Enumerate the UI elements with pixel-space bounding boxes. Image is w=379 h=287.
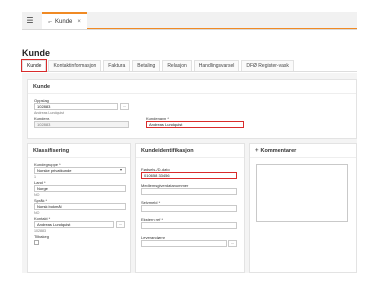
kundeidentifikasjon-panel: Kundeidentifikasjon Fødsels-/D-dato 0106…: [135, 143, 245, 273]
kommentarer-panel: + Kommentarer: [249, 143, 357, 273]
tab-handlingsvarsel[interactable]: Handlingsvarsel: [193, 60, 240, 71]
kontakt-lookup-button[interactable]: ...: [116, 221, 125, 228]
section-tabs: Kunde Kontaktinformasjon Faktura Betalin…: [20, 59, 357, 72]
kundenr-field: 102883: [34, 121, 129, 128]
oppslag-field[interactable]: 102883: [34, 103, 118, 110]
document-tab-label: Kunde: [55, 18, 73, 25]
tab-faktura[interactable]: Faktura: [103, 60, 131, 71]
tab-relasjon[interactable]: Relasjon: [162, 60, 192, 71]
oppslag-lookup-button[interactable]: ...: [120, 103, 129, 110]
kommentarer-title: + Kommentarer: [250, 144, 356, 158]
kundegruppe-sub: 1: [34, 175, 36, 179]
kundeidentifikasjon-title: Kundeidentifikasjon: [136, 144, 244, 158]
form-content: Kunde Oppslag 102883 ... Andreas Lundqui…: [22, 73, 357, 273]
land-field[interactable]: Norge: [34, 185, 126, 192]
close-tab-icon[interactable]: ×: [77, 19, 81, 25]
sprak-field[interactable]: Norsk bokmål: [34, 203, 126, 210]
medlem-field[interactable]: [141, 188, 237, 195]
tab-kontaktinformasjon[interactable]: Kontaktinformasjon: [48, 60, 102, 71]
tilbakeg-label: Tilbakeg: [34, 234, 49, 239]
ekstern-ref-field[interactable]: [141, 222, 237, 229]
oppslag-sub: Andreas Lundquist: [34, 111, 64, 115]
klassifisering-panel: Klassifisering Kundegruppe * Norske priv…: [27, 143, 131, 273]
leverandor-field[interactable]: [141, 240, 227, 247]
plus-icon[interactable]: +: [255, 148, 259, 154]
leverandor-lookup-button[interactable]: ...: [228, 240, 237, 247]
tab-betaling[interactable]: Betaling: [132, 60, 161, 71]
kontakt-sub: 102883: [34, 229, 46, 233]
kundegruppe-select[interactable]: Norske privatkunde: [34, 167, 126, 174]
page-title: Kunde: [22, 48, 50, 58]
document-tab-kunde[interactable]: ⟜ Kunde ×: [42, 12, 87, 29]
top-tab-strip: ☰ ⟜ Kunde ×: [22, 12, 357, 30]
pin-icon: ⟜: [48, 18, 53, 25]
tab-strip-fill: [86, 20, 357, 29]
tab-dfo-register-vask[interactable]: DFØ Register-vask: [241, 60, 294, 71]
kunde-panel-title: Kunde: [28, 80, 356, 94]
tilbakeg-checkbox[interactable]: [34, 240, 39, 245]
kontakt-field[interactable]: Andreas Lundquist: [34, 221, 114, 228]
kommentarer-textarea[interactable]: [256, 164, 348, 222]
fodsel-field[interactable]: 010658 33456: [141, 172, 237, 179]
chevron-down-icon: ▾: [120, 167, 123, 172]
selvmeld-field[interactable]: [141, 205, 237, 212]
land-sub: NO: [34, 193, 40, 197]
sprak-sub: NO: [34, 211, 40, 215]
klassifisering-title: Klassifisering: [28, 144, 130, 158]
kundenavn-field[interactable]: Andreas Lundquist: [146, 121, 244, 128]
menu-icon[interactable]: ☰: [22, 12, 38, 29]
kunde-panel: Kunde Oppslag 102883 ... Andreas Lundqui…: [27, 79, 357, 139]
tab-kunde[interactable]: Kunde: [20, 59, 48, 72]
kommentarer-title-label: Kommentarer: [260, 148, 297, 154]
